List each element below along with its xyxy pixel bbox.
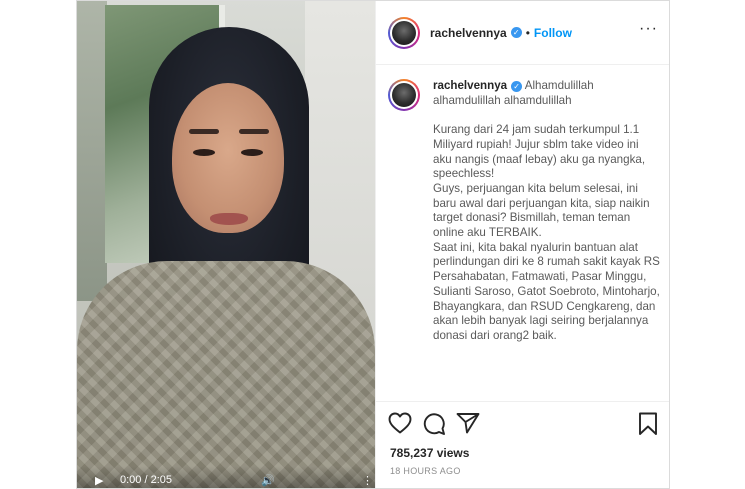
person-eye-left [193,149,215,156]
caption-avatar[interactable] [388,79,420,111]
caption-verified-badge-icon: ✓ [511,81,523,92]
person-face [172,83,284,233]
more-options-icon[interactable]: ⋮ [362,474,373,487]
follow-button[interactable]: Follow [534,26,572,40]
instagram-post-embed: ▶ 0:00 / 2:05 🔊 ⋮ rachelvennya ✓ • Follo… [76,0,670,489]
comment-icon[interactable] [422,412,446,441]
view-count[interactable]: 785,237 views [390,446,469,460]
avatar[interactable] [388,16,420,49]
caption-body: Alhamdulillah alhamdulillah alhamdulilla… [433,79,660,342]
caption: rachelvennya ✓ Alhamdulillah alhamdulilla… [388,79,660,344]
post-actions: 785,237 views 18 HOURS AGO [376,401,669,488]
heart-icon[interactable] [388,412,412,439]
person-brow-left [189,129,219,134]
bookmark-icon[interactable] [638,412,658,441]
verified-badge-icon: ✓ [510,27,522,38]
post-side-panel: rachelvennya ✓ • Follow ··· rachelvennya… [375,1,669,488]
video-time: 0:00 / 2:05 [120,474,172,486]
background-window-left [77,1,107,301]
person-eye-right [241,149,263,156]
header-username[interactable]: rachelvennya [430,26,507,40]
play-icon[interactable]: ▶ [95,474,103,487]
more-menu-icon[interactable]: ··· [639,21,658,37]
action-icons [388,412,660,438]
caption-text-block: rachelvennya ✓ Alhamdulillah alhamdulilla… [433,79,660,344]
volume-icon[interactable]: 🔊 [261,474,275,487]
video-player[interactable]: ▶ 0:00 / 2:05 🔊 ⋮ [77,1,375,488]
person-lips [210,213,248,225]
caption-username[interactable]: rachelvennya [433,79,507,92]
person-dress [77,261,375,488]
video-controls: ▶ 0:00 / 2:05 🔊 ⋮ [77,466,375,488]
post-timestamp[interactable]: 18 HOURS AGO [390,466,461,476]
post-header: rachelvennya ✓ • Follow ··· [376,1,669,65]
separator-dot: • [525,25,530,40]
person-brow-right [239,129,269,134]
share-icon[interactable] [456,412,480,439]
